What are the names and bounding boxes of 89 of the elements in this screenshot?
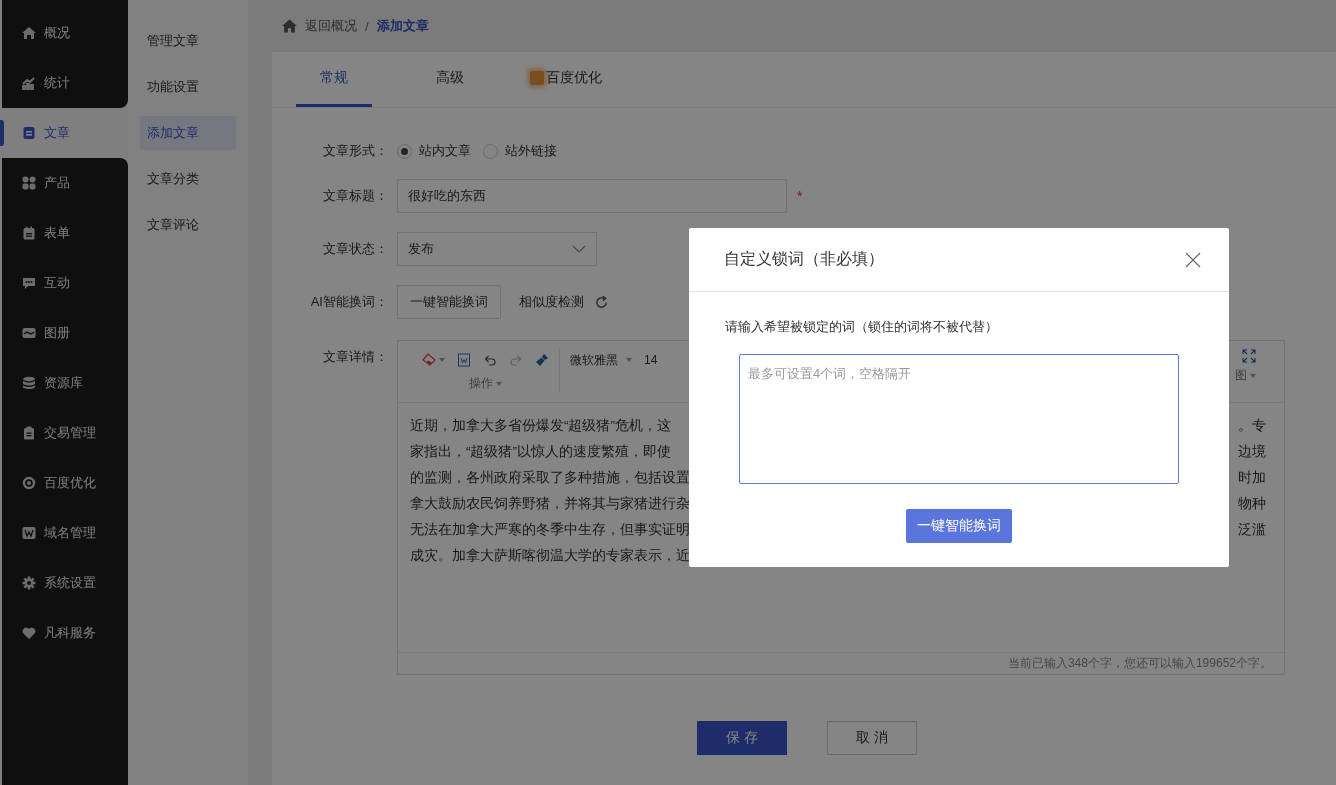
locked-words-field[interactable]: 最多可设置4个词，空格隔开	[739, 354, 1179, 484]
replace-words-button[interactable]: 一键智能换词	[397, 285, 501, 319]
select-value: 发布	[408, 240, 434, 258]
close-icon	[1185, 251, 1201, 268]
dialog-title: 自定义锁词（非必填）	[724, 249, 884, 269]
caret-icon	[626, 358, 632, 362]
word-document-icon	[457, 353, 471, 367]
undo-icon	[483, 353, 497, 367]
radio-label: 站外链接	[505, 142, 557, 160]
ring-icon	[22, 476, 36, 490]
home-icon	[282, 19, 297, 33]
title-input[interactable]: 很好吃的东西	[397, 179, 787, 213]
breadcrumb-current: 添加文章	[376, 17, 429, 35]
field-label: 文章详情：	[322, 348, 389, 366]
field-label: 文章形式：	[322, 142, 389, 160]
replace-words-button[interactable]: 一键智能换词	[906, 509, 1012, 543]
field-label: 文章标题：	[322, 187, 389, 205]
toolbar-group-label[interactable]: 图	[1235, 367, 1247, 384]
text-line: 家指出，“超级猪”以惊人的速度繁殖，即使	[410, 443, 671, 461]
field-label: AI智能换词：	[309, 293, 389, 311]
save-button[interactable]: 保 存	[697, 721, 787, 755]
brush-icon	[535, 353, 549, 367]
radio-option[interactable]: 站内文章	[397, 142, 471, 160]
clipboard-icon	[22, 426, 36, 440]
text-line: 。专	[1238, 417, 1266, 435]
sidebar-item[interactable]: 系统设置	[2, 558, 128, 608]
blurred-icon	[530, 71, 544, 85]
character-count: 当前已输入348个字，您还可以输入199652个字。	[398, 652, 1284, 674]
sidebar-item[interactable]: 百度优化	[2, 458, 128, 508]
font-size-select[interactable]: 14	[644, 353, 658, 367]
sidebar-item[interactable]: 图册	[2, 308, 128, 358]
sidebar-item[interactable]: 域名管理	[2, 508, 128, 558]
sidebar-item[interactable]: 凡科服务	[2, 608, 128, 658]
chat-icon	[22, 276, 36, 290]
required-mark: *	[797, 188, 803, 204]
text-line: 成灾。加拿大萨斯喀彻温大学的专家表示，近	[410, 547, 690, 565]
refresh-icon	[594, 294, 609, 310]
calendar-icon	[22, 226, 36, 240]
tab[interactable]: 百度优化	[528, 52, 604, 107]
sidebar-item[interactable]: 互动	[2, 258, 128, 308]
tab[interactable]: 常规	[296, 52, 372, 107]
back-link[interactable]: 返回概况	[305, 17, 357, 35]
sidebar-item[interactable]: 概况	[2, 8, 128, 58]
subnav-item[interactable]: 文章分类	[140, 162, 236, 196]
radio-label: 站内文章	[419, 142, 471, 160]
subnav-item[interactable]: 添加文章	[140, 116, 236, 150]
field-label: 文章状态：	[322, 240, 389, 258]
grid-icon	[22, 176, 36, 190]
heart-icon	[22, 626, 36, 640]
subnav-item[interactable]: 功能设置	[140, 70, 236, 104]
subnav-item[interactable]: 管理文章	[140, 24, 236, 58]
text-line: 物种	[1238, 495, 1266, 513]
dialog-prompt: 请输入希望被锁定的词（锁住的词将不被代替）	[725, 318, 999, 336]
eraser-icon	[422, 353, 436, 367]
text-line: 的监测，各州政府采取了多种措施，包括设置	[410, 469, 690, 487]
caret-icon	[439, 358, 445, 362]
sidebar-item[interactable]: 交易管理	[2, 408, 128, 458]
document-icon	[22, 126, 36, 140]
status-select[interactable]: 发布	[397, 232, 597, 266]
database-icon	[22, 376, 36, 390]
cancel-button[interactable]: 取 消	[827, 721, 917, 755]
caret-icon	[1250, 373, 1256, 378]
caret-icon	[496, 381, 502, 386]
redo-icon	[509, 353, 523, 367]
home-icon	[22, 26, 36, 40]
text-line: 泛滥	[1238, 521, 1266, 539]
sidebar-item[interactable]: 统计	[2, 58, 128, 108]
image-icon	[22, 326, 36, 340]
text-line: 近期，加拿大多省份爆发“超级猪”危机，这	[410, 417, 671, 435]
sidebar-item[interactable]: 产品	[2, 158, 128, 208]
text-line: 时加	[1238, 469, 1266, 487]
breadcrumb-separator: /	[365, 18, 369, 34]
settings-icon	[22, 576, 36, 590]
sidebar-item[interactable]: 表单	[2, 208, 128, 258]
subnav-item[interactable]: 文章评论	[140, 208, 236, 242]
radio-button[interactable]	[397, 143, 412, 159]
radio-option[interactable]: 站外链接	[483, 142, 557, 160]
chevron-down-icon	[572, 245, 586, 253]
sidebar-item[interactable]: 资源库	[2, 358, 128, 408]
font-select[interactable]: 微软雅黑	[570, 351, 618, 369]
chart-icon	[22, 76, 36, 90]
letter-w-icon	[22, 526, 36, 540]
tab[interactable]: 高级	[412, 52, 488, 107]
fullscreen-icon	[1242, 349, 1256, 363]
text-line: 边境	[1238, 443, 1266, 461]
text-line: 拿大鼓励农民饲养野猪，并将其与家猪进行杂	[410, 495, 690, 513]
toolbar-group-label[interactable]: 操作	[469, 375, 493, 392]
similarity-check-link[interactable]: 相似度检测	[519, 293, 584, 311]
text-line: 无法在加拿大严寒的冬季中生存，但事实证明	[410, 521, 690, 539]
